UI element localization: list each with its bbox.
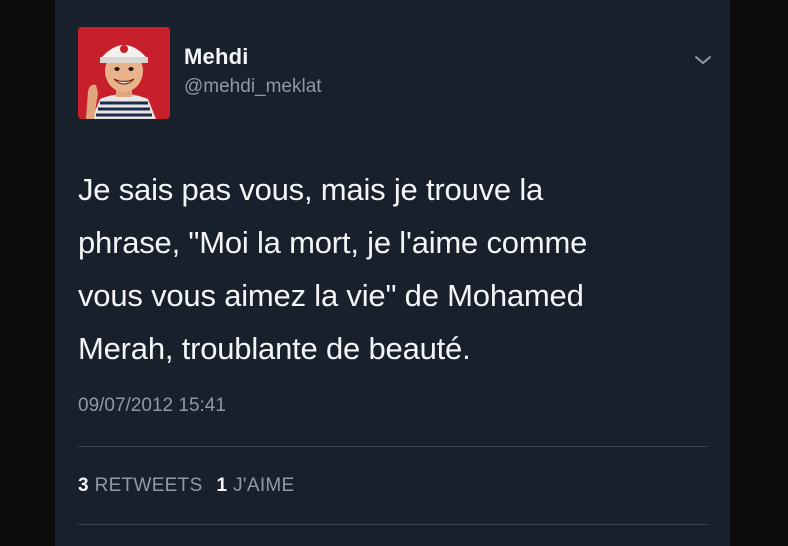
tweet-stats: 3 RETWEETS 1 J'AIME [78, 475, 309, 497]
user-handle[interactable]: @mehdi_meklat [184, 76, 322, 98]
divider [78, 446, 708, 447]
likes-count: 1 [216, 475, 228, 496]
retweets-count: 3 [78, 475, 89, 496]
chevron-down-icon[interactable] [691, 50, 715, 70]
likes-label: J'AIME [233, 475, 295, 496]
divider [78, 524, 708, 525]
retweets-stat[interactable]: 3 RETWEETS [78, 475, 203, 497]
display-name[interactable]: Mehdi [184, 44, 249, 70]
retweets-label: RETWEETS [94, 475, 203, 496]
tweet-text: Je sais pas vous, mais je trouve la phra… [78, 172, 588, 366]
avatar[interactable] [78, 27, 170, 119]
screenshot-frame: Mehdi @mehdi_meklat Je sais pas vous, ma… [0, 0, 788, 546]
likes-stat[interactable]: 1 J'AIME [217, 475, 295, 497]
tweet-card: Mehdi @mehdi_meklat Je sais pas vous, ma… [55, 0, 730, 546]
tweet-timestamp[interactable]: 09/07/2012 15:41 [78, 395, 226, 417]
